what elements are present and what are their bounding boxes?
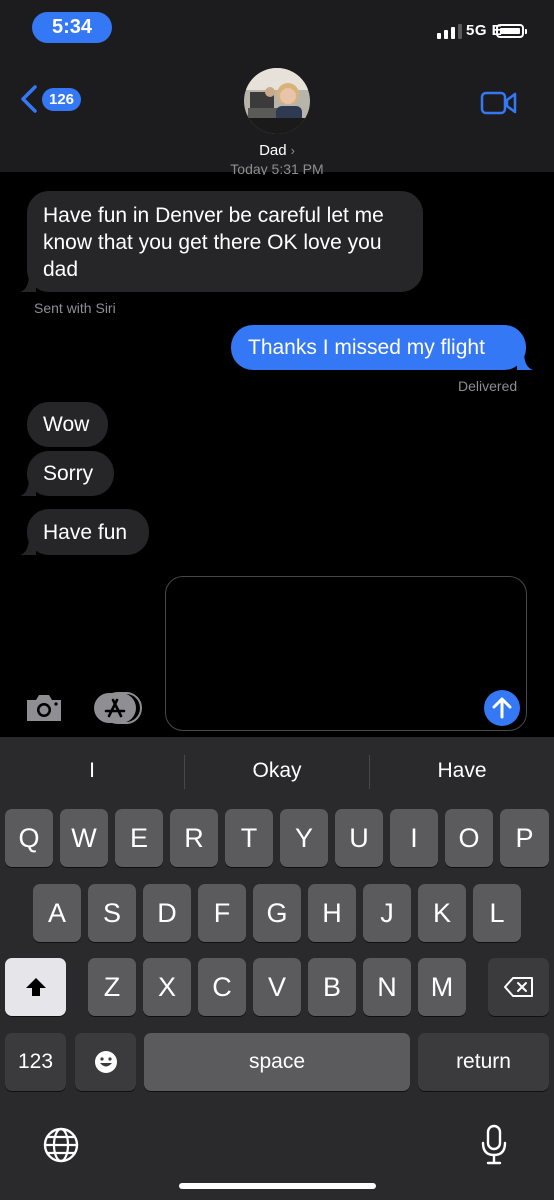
key-z[interactable]: Z [88,958,136,1016]
key-h[interactable]: H [308,884,356,942]
key-a[interactable]: A [33,884,81,942]
avatar[interactable] [244,68,310,134]
key-l[interactable]: L [473,884,521,942]
key-u[interactable]: U [335,809,383,867]
delete-key[interactable] [488,958,549,1016]
key-p[interactable]: P [500,809,549,867]
message-incoming[interactable]: Wow [27,402,108,447]
chevron-right-icon: › [290,143,295,158]
key-n[interactable]: N [363,958,411,1016]
numbers-key[interactable]: 123 [5,1033,66,1091]
video-camera-icon[interactable] [480,90,518,116]
key-t[interactable]: T [225,809,273,867]
key-d[interactable]: D [143,884,191,942]
key-v[interactable]: V [253,958,301,1016]
app-store-button[interactable] [93,691,143,730]
prediction-item[interactable]: Have [370,737,554,805]
keyboard: I Okay Have Q W E R T Y U I O P A S D F … [0,737,554,1200]
microphone-icon[interactable] [480,1124,508,1166]
emoji-icon [94,1051,117,1073]
chevron-left-icon [21,85,37,113]
delete-backspace-icon [503,977,533,997]
key-f[interactable]: F [198,884,246,942]
shift-key[interactable] [5,958,66,1016]
shift-icon [25,978,46,996]
prediction-item[interactable]: Okay [185,737,369,805]
message-timestamp: Today 5:31 PM [230,161,324,175]
message-outgoing[interactable]: Thanks I missed my flight [231,325,533,370]
key-k[interactable]: K [418,884,466,942]
key-r[interactable]: R [170,809,218,867]
message-incoming[interactable]: Have fun [20,509,149,555]
delivered-status: Delivered [458,378,518,394]
key-c[interactable]: C [198,958,246,1016]
key-s[interactable]: S [88,884,136,942]
prediction-item[interactable]: I [0,737,184,805]
key-e[interactable]: E [115,809,163,867]
app-store-icon [94,692,142,724]
predictive-bar: I Okay Have [0,737,554,805]
home-indicator[interactable] [179,1183,376,1189]
key-y[interactable]: Y [280,809,328,867]
camera-icon[interactable] [24,693,64,723]
arrow-up-icon [492,697,512,719]
key-w[interactable]: W [60,809,108,867]
key-j[interactable]: J [363,884,411,942]
status-time[interactable]: 5:34 [32,12,112,43]
key-b[interactable]: B [308,958,356,1016]
siri-note: Sent with Siri [34,300,116,316]
key-o[interactable]: O [445,809,493,867]
message-incoming[interactable]: Have fun in Denver be careful let me kno… [20,191,423,292]
battery-icon [496,24,527,38]
key-x[interactable]: X [143,958,191,1016]
return-key[interactable]: return [418,1033,549,1091]
signal-icon [437,24,462,39]
message-input[interactable] [165,576,527,731]
conversation-header: 126 Dad › [0,52,554,172]
back-button[interactable]: 126 [20,85,82,113]
key-q[interactable]: Q [5,809,53,867]
key-g[interactable]: G [253,884,301,942]
emoji-key[interactable] [75,1033,136,1091]
message-incoming[interactable]: Sorry [20,451,114,496]
status-bar: 5:34 5G E [0,0,554,52]
key-i[interactable]: I [390,809,438,867]
space-key[interactable]: space [144,1033,410,1091]
unread-count-badge: 126 [42,87,82,111]
contact-name[interactable]: Dad › [0,142,554,159]
key-m[interactable]: M [418,958,466,1016]
send-button[interactable] [484,690,520,726]
globe-icon[interactable] [42,1126,80,1164]
